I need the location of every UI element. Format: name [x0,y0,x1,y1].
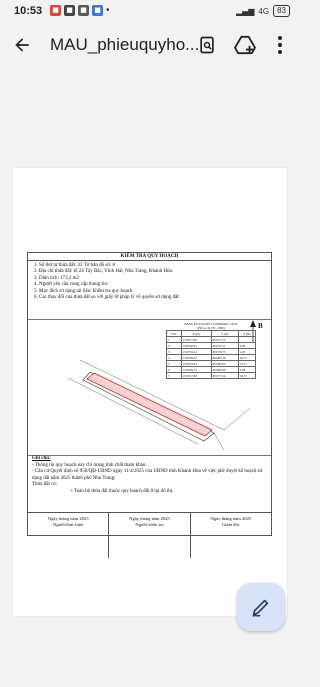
signature-cell: Ngày tháng năm 2025 Người thực hiện [28,513,110,558]
notification-app-icon: ■ [78,5,89,16]
signature-cell: Ngày tháng năm 2025 Giám đốc [191,513,271,558]
drive-add-icon[interactable] [233,33,257,57]
parcel-plan: B BẢNG KÊ TỌA ĐỘ VÀ KHOẢNG CÁCH (Hệ tọa … [28,319,271,456]
signature-role: Giám đốc [221,522,240,527]
form-heading: KIỂM TRA QUY HOẠCH [28,253,271,261]
status-bar: 10:53 ■ ■ ■ ■ • ▂▄▆ 4G 83 [0,0,300,22]
info-line: 6. Các thay đổi của thửa đất so với giấy… [34,295,180,301]
status-right: ▂▄▆ 4G 83 [236,5,290,17]
table-row: 7 1319717.80 601577.14 34.71 [166,372,256,379]
note-line: - Căn cứ Quyết định số 950/QĐ-UBND ngày … [32,469,263,481]
cell: 601577.14 [210,372,240,379]
signature-role: Người thực hiện [53,522,84,527]
battery-indicator: 83 [273,5,290,17]
more-dots-icon: • [106,5,110,16]
planning-form: KIỂM TRA QUY HOẠCH 1. Số thứ tự thửa đất… [27,252,272,558]
notification-app-icon: ■ [50,5,61,16]
note-line: + Toàn bộ thửa đất thuộc quy hoạch đất ở… [70,488,174,494]
signature-block: Ngày tháng năm 2025 Người thực hiện Ngày… [28,512,271,558]
edit-pen-icon [252,599,269,617]
edit-fab-button[interactable] [237,583,285,631]
network-type: 4G [258,6,270,16]
more-vert-icon[interactable] [268,33,292,57]
notification-icons: ■ ■ ■ ■ • [50,5,110,16]
notification-app-icon: ■ [92,5,103,16]
signature-cell: Ngày tháng năm 2025 Người kiểm tra [109,513,191,558]
cell: 7 [166,372,182,379]
notes-section: Ghi chú: - Thông tin quy hoạch này chỉ m… [32,456,267,496]
parcel-info: 1. Số thứ tự thửa đất: 32 Tờ bản đồ số: … [28,261,271,301]
notification-app-icon: ■ [64,5,75,16]
notes-title: Ghi chú: [32,456,51,461]
status-time: 10:53 [14,5,43,17]
coordinate-table: BẢNG KÊ TỌA ĐỘ VÀ KHOẢNG CÁCH (Hệ tọa độ… [166,322,256,379]
pdf-page: KIỂM TRA QUY HOẠCH 1. Số thứ tự thửa đất… [13,168,287,616]
signature-role: Người kiểm tra [135,522,164,527]
note-line: - Thông tin quy hoạch này chỉ mang tính … [32,462,147,468]
back-arrow-icon[interactable] [10,33,34,57]
cell: 34.71 [238,372,256,379]
document-search-icon[interactable] [195,33,219,57]
cell: 1319717.80 [180,372,212,379]
document-title: MAU_phieuquyho... [50,35,200,54]
north-arrow-label: B [258,322,263,330]
note-line: Thửa đất có: [32,482,58,488]
app-bar: MAU_phieuquyho... [0,22,300,68]
signal-icon: ▂▄▆ [235,6,255,16]
